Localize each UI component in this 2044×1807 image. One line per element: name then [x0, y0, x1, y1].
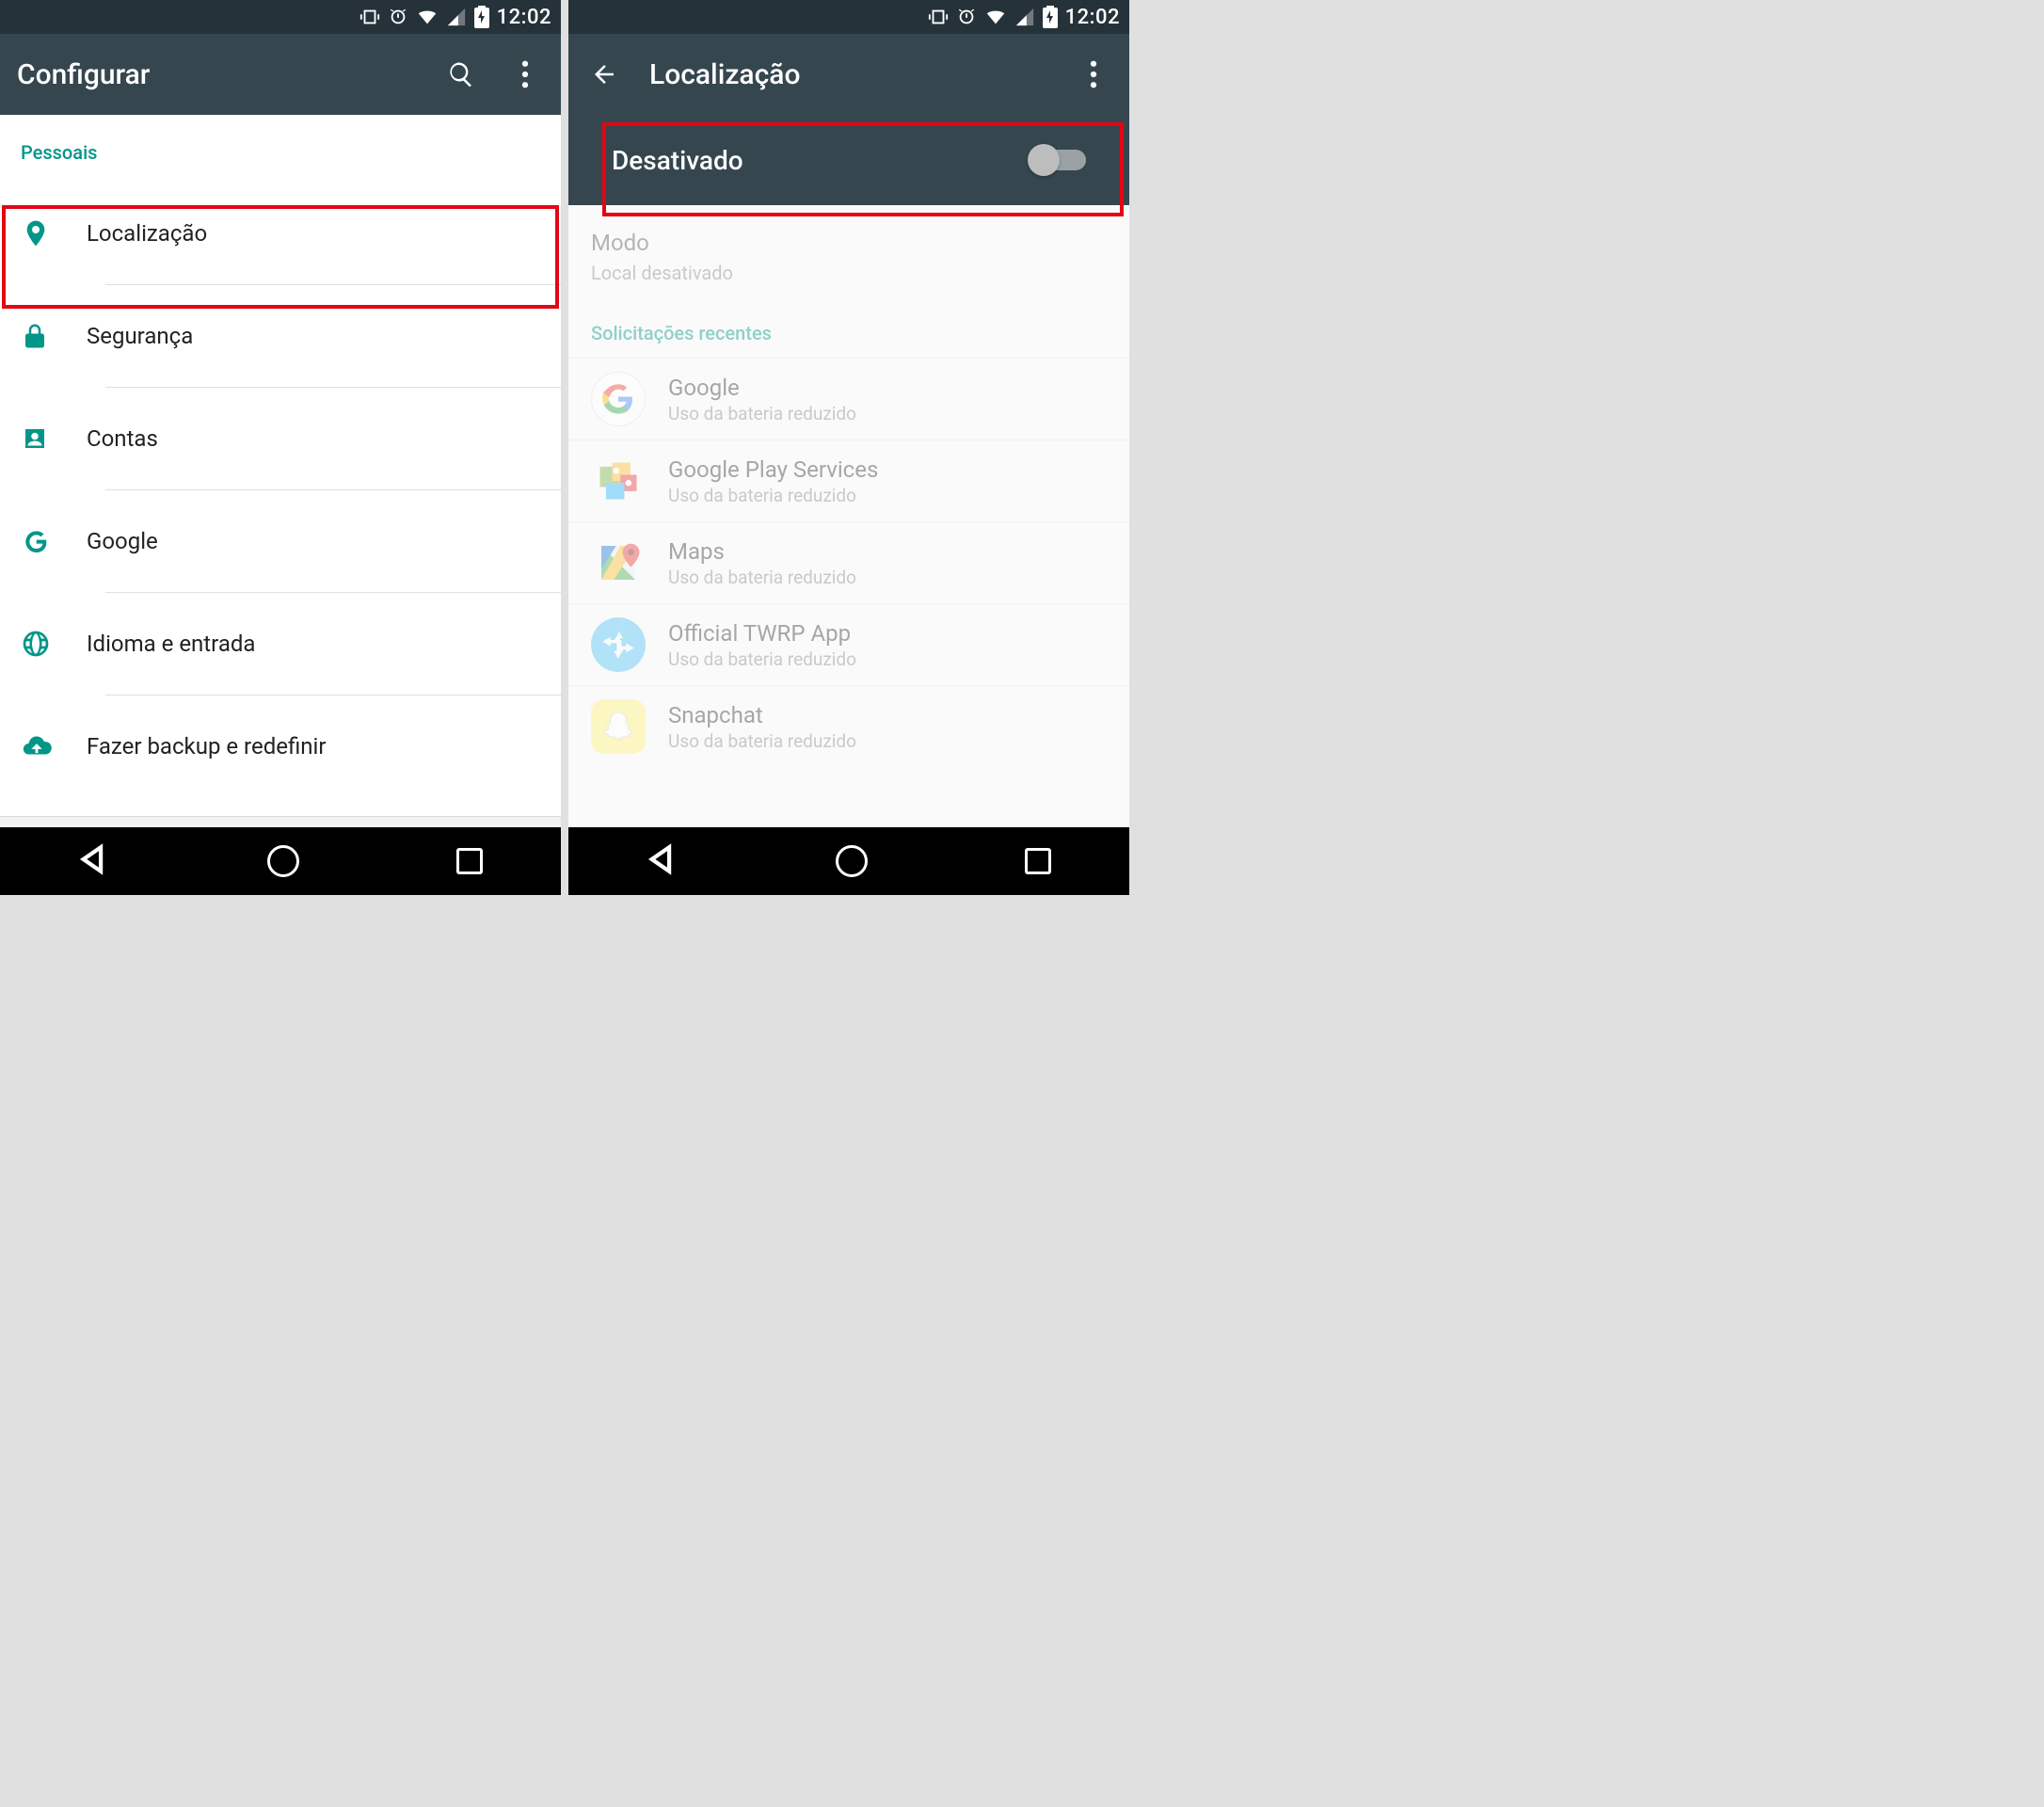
- recent-app-play-services[interactable]: Google Play Services Uso da bateria redu…: [568, 440, 1129, 521]
- toggle-label: Desativado: [612, 145, 1031, 176]
- search-button[interactable]: [442, 56, 480, 93]
- app-subtitle: Uso da bateria reduzido: [668, 567, 856, 588]
- app-subtitle: Uso da bateria reduzido: [668, 648, 856, 670]
- recent-app-maps[interactable]: Maps Uso da bateria reduzido: [568, 521, 1129, 603]
- recent-app-google[interactable]: Google Uso da bateria reduzido: [568, 358, 1129, 440]
- nav-recents-button[interactable]: [1025, 848, 1051, 874]
- twrp-icon: [591, 617, 646, 672]
- app-name: Snapchat: [668, 702, 856, 728]
- phone-location: 12:02 Localização Desativado Modo Local …: [568, 0, 1129, 895]
- mode-subtitle: Local desativado: [591, 262, 1107, 284]
- page-title: Localização: [649, 58, 1048, 91]
- maps-icon: [591, 536, 646, 590]
- page-title: Configurar: [17, 58, 416, 91]
- navigation-bar: [0, 827, 561, 895]
- setting-item-google[interactable]: Google: [0, 490, 561, 592]
- google-app-icon: [591, 372, 646, 426]
- setting-item-seguranca[interactable]: Segurança: [0, 285, 561, 387]
- cell-signal-icon: [446, 7, 467, 27]
- app-bar: Localização: [568, 34, 1129, 115]
- arrow-back-icon: [590, 60, 618, 88]
- cell-signal-icon: [1014, 7, 1035, 27]
- battery-charging-icon: [1043, 6, 1058, 28]
- status-time: 12:02: [497, 6, 551, 29]
- back-button[interactable]: [585, 56, 623, 93]
- app-subtitle: Uso da bateria reduzido: [668, 403, 856, 424]
- phone-settings: 12:02 Configurar Pessoais Localização Se…: [0, 0, 561, 895]
- google-g-icon: [21, 526, 51, 556]
- overflow-menu-button[interactable]: [1075, 56, 1112, 93]
- location-master-toggle-row: Desativado: [568, 115, 1129, 205]
- location-pin-icon: [21, 218, 51, 248]
- setting-item-mode[interactable]: Modo Local desativado: [568, 205, 1129, 312]
- more-vert-icon: [1090, 60, 1097, 88]
- navigation-bar: [568, 827, 1129, 895]
- location-body: Modo Local desativado Solicitações recen…: [568, 205, 1129, 827]
- app-name: Google Play Services: [668, 456, 878, 483]
- setting-label: Fazer backup e redefinir: [87, 733, 326, 760]
- setting-label: Google: [87, 528, 158, 554]
- setting-label: Segurança: [87, 323, 193, 349]
- globe-icon: [21, 629, 51, 659]
- battery-charging-icon: [474, 6, 489, 28]
- section-header-pessoais: Pessoais: [0, 115, 561, 183]
- location-toggle-switch[interactable]: [1031, 150, 1086, 170]
- recent-app-twrp[interactable]: Official TWRP App Uso da bateria reduzid…: [568, 603, 1129, 685]
- wifi-icon: [984, 7, 1007, 27]
- setting-label: Idioma e entrada: [87, 631, 255, 657]
- setting-label: Localização: [87, 220, 207, 247]
- snapchat-icon: [591, 699, 646, 754]
- search-icon: [447, 60, 475, 88]
- more-vert-icon: [521, 60, 529, 88]
- status-bar: 12:02: [0, 0, 561, 34]
- cloud-upload-icon: [21, 730, 53, 762]
- wifi-icon: [416, 7, 439, 27]
- app-bar: Configurar: [0, 34, 561, 115]
- app-name: Maps: [668, 538, 856, 565]
- overflow-menu-button[interactable]: [506, 56, 544, 93]
- app-subtitle: Uso da bateria reduzido: [668, 730, 856, 752]
- setting-label: Contas: [87, 425, 158, 452]
- recent-app-snapchat[interactable]: Snapchat Uso da bateria reduzido: [568, 685, 1129, 767]
- vibrate-icon: [359, 7, 380, 27]
- mode-title: Modo: [591, 230, 1107, 256]
- setting-item-contas[interactable]: Contas: [0, 388, 561, 489]
- setting-item-localizacao[interactable]: Localização: [0, 183, 561, 284]
- disabled-content: Modo Local desativado Solicitações recen…: [568, 205, 1129, 767]
- nav-home-button[interactable]: [267, 845, 299, 877]
- alarm-icon: [388, 7, 408, 27]
- section-end-divider: [0, 816, 561, 827]
- alarm-icon: [956, 7, 977, 27]
- play-services-icon: [591, 454, 646, 508]
- status-bar: 12:02: [568, 0, 1129, 34]
- nav-home-button[interactable]: [836, 845, 868, 877]
- vibrate-icon: [928, 7, 949, 27]
- app-name: Google: [668, 375, 856, 401]
- section-header-recent: Solicitações recentes: [568, 312, 1129, 358]
- nav-back-button[interactable]: [647, 843, 679, 879]
- nav-recents-button[interactable]: [456, 848, 483, 874]
- app-subtitle: Uso da bateria reduzido: [668, 485, 878, 506]
- setting-item-backup[interactable]: Fazer backup e redefinir: [0, 696, 561, 797]
- app-name: Official TWRP App: [668, 620, 856, 647]
- account-box-icon: [21, 424, 49, 453]
- lock-icon: [21, 322, 49, 350]
- nav-back-button[interactable]: [78, 843, 110, 879]
- status-time: 12:02: [1065, 6, 1120, 29]
- setting-item-idioma[interactable]: Idioma e entrada: [0, 593, 561, 695]
